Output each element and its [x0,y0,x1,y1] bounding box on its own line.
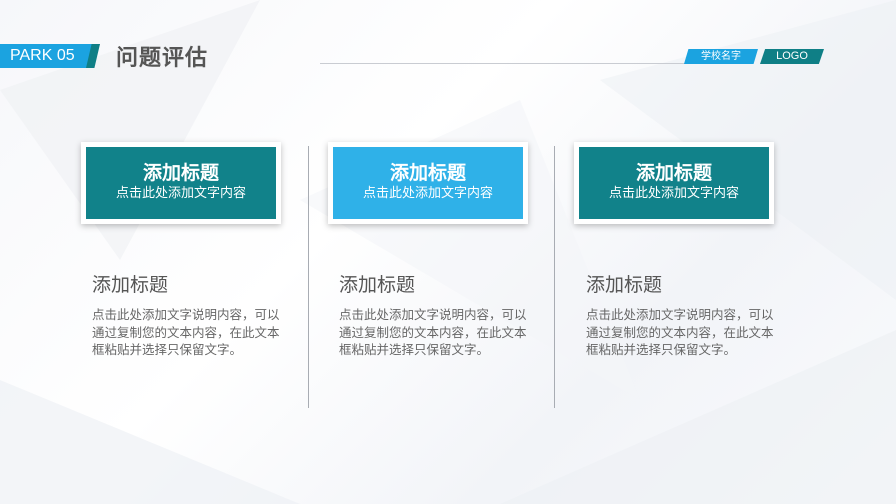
title-card-3[interactable]: 添加标题 点击此处添加文字内容 [574,142,774,224]
column-divider-1 [308,146,309,408]
column-body-3: 点击此处添加文字说明内容，可以通过复制您的文本内容，在此文本框粘贴并选择只保留文… [586,307,774,357]
card-subtitle: 点击此处添加文字内容 [362,186,493,201]
title-card-1[interactable]: 添加标题 点击此处添加文字内容 [81,142,281,224]
header-rule [320,63,690,64]
logo-tag: LOGO [760,49,824,64]
column-heading-2: 添加标题 [339,274,416,296]
column-body-2: 点击此处添加文字说明内容，可以通过复制您的文本内容，在此文本框粘贴并选择只保留文… [339,307,527,357]
column-body-1: 点击此处添加文字说明内容，可以通过复制您的文本内容，在此文本框粘贴并选择只保留文… [92,307,280,357]
column-heading-3: 添加标题 [586,274,663,296]
card-title: 添加标题 [635,162,712,184]
card-subtitle: 点击此处添加文字内容 [608,186,739,201]
section-badge: PARK 05 [0,44,100,68]
card-subtitle: 点击此处添加文字内容 [115,186,246,201]
background-polygons [0,0,896,504]
title-card-2[interactable]: 添加标题 点击此处添加文字内容 [328,142,528,224]
title-card-fill: 添加标题 点击此处添加文字内容 [86,147,276,219]
column-divider-2 [554,146,555,408]
title-card-fill: 添加标题 点击此处添加文字内容 [333,147,523,219]
card-title: 添加标题 [389,162,466,184]
card-title: 添加标题 [142,162,219,184]
school-name-tag: 学校名字 [684,49,758,64]
column-heading-1: 添加标题 [92,274,169,296]
title-card-fill: 添加标题 点击此处添加文字内容 [579,147,769,219]
page-title: 问题评估 [116,46,209,71]
